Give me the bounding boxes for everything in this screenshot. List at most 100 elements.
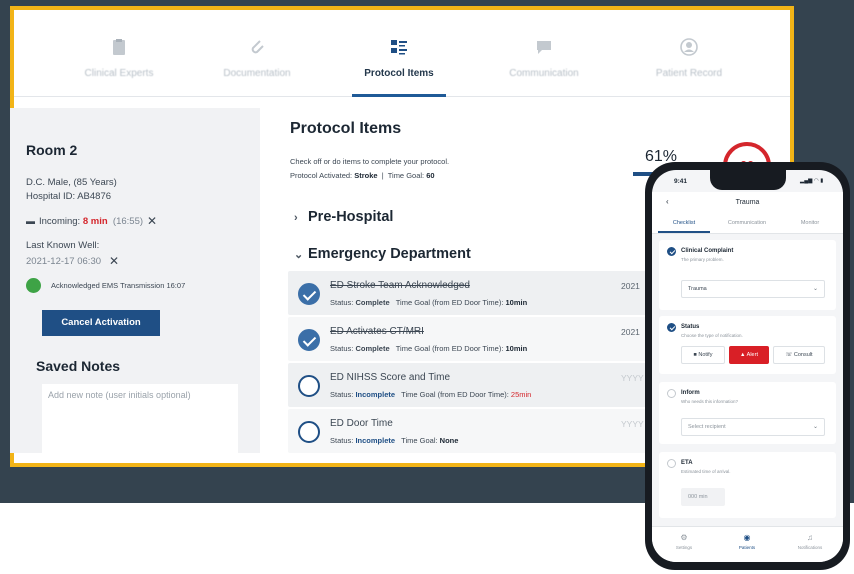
card-subtitle: Estimated time of arrival. <box>681 469 731 474</box>
tab-label: Clinical Experts <box>84 68 154 79</box>
status-time: 9:41 <box>674 178 688 185</box>
tab-communication[interactable]: Communication <box>715 220 779 226</box>
card-subtitle: The primary problem. <box>681 257 724 262</box>
user-icon <box>680 38 698 56</box>
phone-device: 9:41 ▂▄▆ ◠ ▮ ‹ Trauma Checklist Communic… <box>645 162 850 570</box>
item-date: 2021 <box>621 327 640 337</box>
inform-card: Inform Who needs this information? Selec… <box>659 382 836 444</box>
card-subtitle: Who needs this information? <box>681 399 739 404</box>
checked-circle-icon[interactable] <box>667 323 676 332</box>
gear-icon: ⚙ <box>680 533 688 542</box>
protocol-item[interactable]: ED NIHSS Score and Time Status: Incomple… <box>288 363 648 407</box>
recipient-select[interactable]: Select recipient ⌄ <box>681 418 825 436</box>
section-pre-hospital[interactable]: › Pre-Hospital <box>294 209 393 225</box>
section-title: Pre-Hospital <box>308 209 394 225</box>
incoming-label: Incoming: <box>39 215 81 227</box>
tab-monitor[interactable]: Monitor <box>778 220 842 226</box>
protocol-activated-row: Protocol Activated: Stroke | Time Goal: … <box>290 171 435 180</box>
clinical-complaint-card: Clinical Complaint The primary problem. … <box>659 240 836 310</box>
tab-protocol-items[interactable]: Protocol Items <box>324 10 474 97</box>
note-input[interactable]: Add new note (user initials optional) <box>42 384 238 454</box>
chevron-down-icon: ⌄ <box>812 286 818 292</box>
card-subtitle: Choose the type of notification. <box>681 333 743 338</box>
active-tab-underline <box>352 94 446 97</box>
time-goal-label: Time Goal: <box>387 171 425 180</box>
tab-label: Documentation <box>223 68 291 79</box>
item-date: YYYY <box>621 419 644 429</box>
protocol-item[interactable]: ED Activates CT/MRI Status: Complete Tim… <box>288 317 648 361</box>
ambulance-icon: ▬ <box>26 216 35 226</box>
card-title: Inform <box>681 390 700 396</box>
item-status: Status: Complete Time Goal (from ED Door… <box>330 298 528 307</box>
checked-circle-icon[interactable] <box>298 283 320 305</box>
saved-notes-title: Saved Notes <box>36 358 121 374</box>
eta-card: ETA Estimated time of arrival. 000 min <box>659 452 836 518</box>
consult-button[interactable]: ☏ Consult <box>773 346 825 364</box>
clipboard-icon <box>113 39 125 55</box>
check-circle-icon <box>26 278 41 293</box>
cancel-activation-button[interactable]: Cancel Activation <box>42 310 160 336</box>
last-known-label: Last Known Well: <box>26 240 100 251</box>
notify-button[interactable]: ■ Notify <box>681 346 725 364</box>
activated-label: Protocol Activated: <box>290 171 353 180</box>
unchecked-circle-icon[interactable] <box>298 421 320 443</box>
checklist-icon <box>391 40 407 55</box>
incoming-clock: (16:55) <box>112 215 144 227</box>
chat-icon <box>537 41 551 54</box>
phone-header: ‹ Trauma <box>652 192 843 214</box>
eta-input[interactable]: 000 min <box>681 488 725 506</box>
tab-checklist[interactable]: Checklist <box>652 220 716 233</box>
chevron-down-icon: ⌄ <box>294 249 304 261</box>
status-card: Status Choose the type of notification. … <box>659 316 836 374</box>
tab-documentation[interactable]: Documentation <box>182 10 332 97</box>
protocol-item[interactable]: ED Stroke Team Acknowledged Status: Comp… <box>288 271 648 315</box>
phone-notch <box>710 170 786 190</box>
card-title: ETA <box>681 460 693 466</box>
item-status: Status: Incomplete Time Goal (from ED Do… <box>330 390 532 399</box>
time-goal-value: 60 <box>426 171 435 180</box>
top-navigation: Clinical Experts Documentation Protocol … <box>14 10 790 97</box>
incoming-time: 8 min <box>82 215 108 227</box>
nav-settings[interactable]: ⚙ Settings <box>652 533 716 550</box>
tab-label: Patient Record <box>655 68 723 79</box>
unchecked-circle-icon[interactable] <box>298 375 320 397</box>
patient-demographics: D.C. Male, (85 Years) <box>26 177 117 188</box>
tab-patient-record[interactable]: Patient Record <box>614 10 764 97</box>
bell-icon: ♫ <box>807 533 813 542</box>
protocol-item[interactable]: ED Door Time Status: Incomplete Time Goa… <box>288 409 648 453</box>
phone-screen: 9:41 ▂▄▆ ◠ ▮ ‹ Trauma Checklist Communic… <box>652 170 843 562</box>
tab-communication[interactable]: Communication <box>469 10 619 97</box>
tab-clinical-experts[interactable]: Clinical Experts <box>44 10 194 97</box>
item-name: ED Activates CT/MRI <box>330 326 424 337</box>
incoming-row: ▬ Incoming: 8 min (16:55) ✕ <box>26 214 157 228</box>
item-date: 2021 <box>621 281 640 291</box>
scrollbar[interactable] <box>790 104 793 158</box>
complaint-select[interactable]: Trauma ⌄ <box>681 280 825 298</box>
user-icon: ◉ <box>743 533 751 542</box>
phone-title: Trauma <box>735 199 760 206</box>
item-status: Status: Incomplete Time Goal: None <box>330 436 459 445</box>
status-icons: ▂▄▆ ◠ ▮ <box>800 178 824 184</box>
last-known-row: 2021-12-17 06:30 ✕ <box>26 254 119 268</box>
section-emergency-department[interactable]: ⌄ Emergency Department <box>294 246 471 262</box>
clear-last-known-icon[interactable]: ✕ <box>109 254 119 268</box>
nav-notifications[interactable]: ♫ Notifications <box>778 533 842 550</box>
page-title: Protocol Items <box>290 120 402 137</box>
chevron-right-icon: › <box>294 212 298 224</box>
item-name: ED Stroke Team Acknowledged <box>330 280 470 291</box>
card-title: Status <box>681 324 700 330</box>
item-name: ED Door Time <box>330 418 393 429</box>
checked-circle-icon[interactable] <box>298 329 320 351</box>
hospital-id: Hospital ID: AB4876 <box>26 191 112 202</box>
unchecked-circle-icon[interactable] <box>667 389 676 398</box>
tab-label: Protocol Items <box>364 68 434 79</box>
item-status: Status: Complete Time Goal (from ED Door… <box>330 344 528 353</box>
clear-incoming-icon[interactable]: ✕ <box>147 214 157 228</box>
nav-patients[interactable]: ◉ Patients <box>715 533 779 550</box>
unchecked-circle-icon[interactable] <box>667 459 676 468</box>
checked-circle-icon[interactable] <box>667 247 676 256</box>
item-date: YYYY <box>621 373 644 383</box>
phone-tabs: Checklist Communication Monitor <box>652 214 843 234</box>
alert-button[interactable]: ▲ Alert <box>729 346 769 364</box>
tab-label: Communication <box>509 68 579 79</box>
